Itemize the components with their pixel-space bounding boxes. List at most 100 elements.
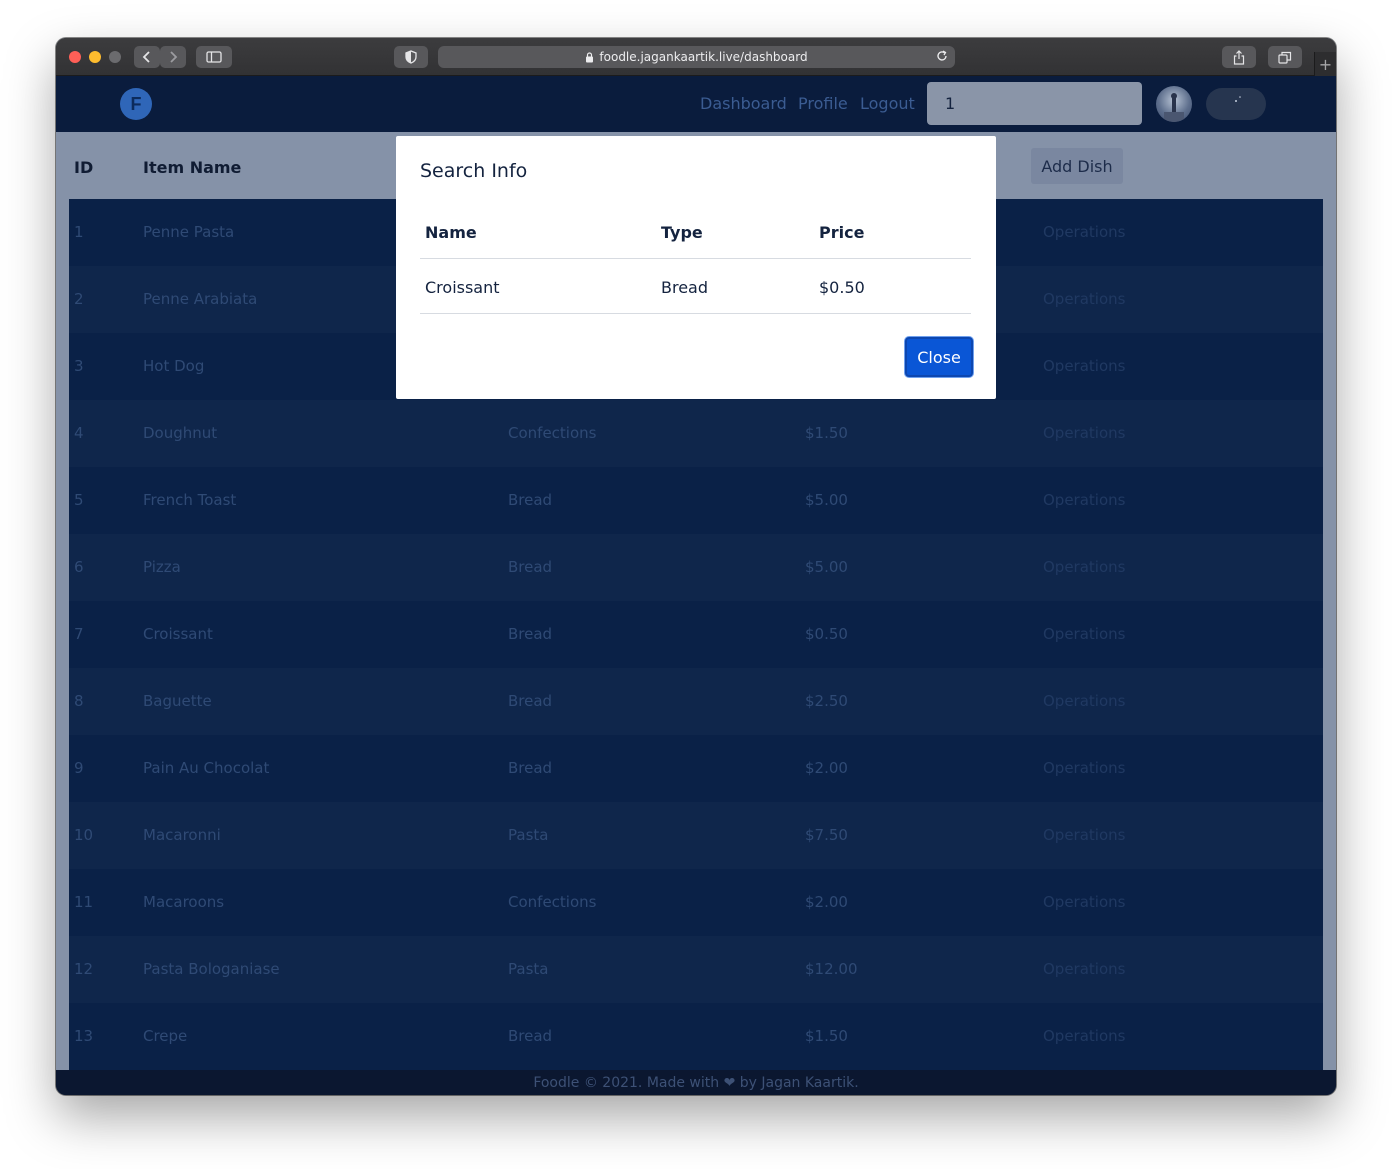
row-name: Macaroons bbox=[143, 893, 225, 911]
row-operations[interactable]: Operations bbox=[1043, 759, 1125, 777]
row-id: 6 bbox=[74, 558, 84, 576]
lock-icon bbox=[585, 51, 594, 63]
row-operations[interactable]: Operations bbox=[1043, 491, 1125, 509]
share-icon bbox=[1233, 49, 1245, 65]
modal-title: Search Info bbox=[420, 160, 528, 182]
table-row: 8 Baguette Bread $2.50 Operations bbox=[69, 668, 1323, 735]
modal-cell-type: Bread bbox=[661, 278, 709, 297]
add-dish-button[interactable]: Add Dish bbox=[1031, 148, 1123, 184]
reload-icon[interactable] bbox=[935, 49, 949, 66]
modal-cell-price: $0.50 bbox=[819, 278, 865, 297]
tabs-icon bbox=[1278, 51, 1292, 64]
row-id: 7 bbox=[74, 625, 84, 643]
page-footer: Foodle © 2021. Made with ❤ by Jagan Kaar… bbox=[56, 1070, 1336, 1095]
row-name: Penne Arabiata bbox=[143, 290, 258, 308]
row-type: Confections bbox=[508, 893, 597, 911]
row-id: 2 bbox=[74, 290, 84, 308]
forward-button[interactable] bbox=[160, 46, 186, 68]
table-row: 10 Macaronni Pasta $7.50 Operations bbox=[69, 802, 1323, 869]
back-button[interactable] bbox=[134, 46, 160, 68]
url-text: foodle.jagankaartik.live/dashboard bbox=[599, 50, 808, 64]
row-name: Hot Dog bbox=[143, 357, 205, 375]
row-id: 8 bbox=[74, 692, 84, 710]
nav-link-logout[interactable]: Logout bbox=[860, 94, 915, 113]
chevron-right-icon bbox=[170, 51, 178, 63]
avatar[interactable] bbox=[1156, 86, 1192, 122]
row-operations[interactable]: Operations bbox=[1043, 826, 1125, 844]
row-id: 12 bbox=[74, 960, 94, 978]
minimize-window-icon[interactable] bbox=[89, 51, 101, 63]
row-price: $5.00 bbox=[805, 491, 848, 509]
share-button[interactable] bbox=[1222, 46, 1256, 68]
row-id: 9 bbox=[74, 759, 84, 777]
row-id: 5 bbox=[74, 491, 84, 509]
search-info-modal: Search Info Name Type Price Croissant Br… bbox=[396, 136, 996, 399]
privacy-button[interactable] bbox=[394, 46, 428, 68]
row-id: 3 bbox=[74, 357, 84, 375]
row-operations[interactable]: Operations bbox=[1043, 625, 1125, 643]
row-price: $12.00 bbox=[805, 960, 858, 978]
foodle-logo[interactable]: F bbox=[120, 88, 152, 120]
nav-link-profile[interactable]: Profile bbox=[798, 94, 848, 113]
nav-link-dashboard[interactable]: Dashboard bbox=[700, 94, 787, 113]
table-row: 7 Croissant Bread $0.50 Operations bbox=[69, 601, 1323, 668]
row-name: Penne Pasta bbox=[143, 223, 235, 241]
sidebar-icon bbox=[206, 51, 222, 63]
row-price: $2.50 bbox=[805, 692, 848, 710]
app-navbar: F Dashboard Profile Logout 1 bbox=[56, 76, 1336, 132]
row-type: Bread bbox=[508, 692, 553, 710]
row-type: Bread bbox=[508, 491, 553, 509]
row-name: Doughnut bbox=[143, 424, 218, 442]
modal-column-price: Price bbox=[819, 223, 865, 242]
close-button[interactable]: Close bbox=[905, 337, 973, 377]
row-operations[interactable]: Operations bbox=[1043, 357, 1125, 375]
modal-column-type: Type bbox=[661, 223, 703, 242]
row-id: 11 bbox=[74, 893, 94, 911]
row-operations[interactable]: Operations bbox=[1043, 960, 1125, 978]
shield-icon bbox=[405, 50, 417, 64]
row-type: Bread bbox=[508, 1027, 553, 1045]
theme-toggle[interactable] bbox=[1206, 88, 1266, 120]
row-name: French Toast bbox=[143, 491, 237, 509]
row-type: Bread bbox=[508, 625, 553, 643]
moon-icon bbox=[1235, 96, 1251, 112]
zoom-window-icon[interactable] bbox=[109, 51, 121, 63]
table-row: 9 Pain Au Chocolat Bread $2.00 Operation… bbox=[69, 735, 1323, 802]
table-row: 13 Crepe Bread $1.50 Operations bbox=[69, 1003, 1323, 1070]
row-price: $0.50 bbox=[805, 625, 848, 643]
row-id: 10 bbox=[74, 826, 94, 844]
table-row: 6 Pizza Bread $5.00 Operations bbox=[69, 534, 1323, 601]
row-name: Croissant bbox=[143, 625, 213, 643]
row-operations[interactable]: Operations bbox=[1043, 692, 1125, 710]
row-operations[interactable]: Operations bbox=[1043, 424, 1125, 442]
tabs-overview-button[interactable] bbox=[1268, 46, 1302, 68]
row-operations[interactable]: Operations bbox=[1043, 558, 1125, 576]
table-row: 5 French Toast Bread $5.00 Operations bbox=[69, 467, 1323, 534]
row-operations[interactable]: Operations bbox=[1043, 223, 1125, 241]
chevron-left-icon bbox=[142, 51, 150, 63]
modal-cell-name: Croissant bbox=[425, 278, 500, 297]
column-header-item-name: Item Name bbox=[143, 158, 242, 177]
row-name: Baguette bbox=[143, 692, 212, 710]
row-price: $5.00 bbox=[805, 558, 848, 576]
row-price: $2.00 bbox=[805, 893, 848, 911]
search-input[interactable]: 1 bbox=[927, 82, 1142, 125]
modal-header-divider bbox=[420, 258, 971, 259]
browser-toolbar: foodle.jagankaartik.live/dashboard + bbox=[56, 38, 1336, 76]
row-operations[interactable]: Operations bbox=[1043, 1027, 1125, 1045]
close-window-icon[interactable] bbox=[69, 51, 81, 63]
row-price: $2.00 bbox=[805, 759, 848, 777]
row-operations[interactable]: Operations bbox=[1043, 290, 1125, 308]
address-bar[interactable]: foodle.jagankaartik.live/dashboard bbox=[438, 46, 955, 68]
row-price: $7.50 bbox=[805, 826, 848, 844]
row-type: Bread bbox=[508, 558, 553, 576]
table-row: 4 Doughnut Confections $1.50 Operations bbox=[69, 400, 1323, 467]
row-name: Pain Au Chocolat bbox=[143, 759, 270, 777]
sidebar-button[interactable] bbox=[196, 46, 232, 68]
table-row: 11 Macaroons Confections $2.00 Operation… bbox=[69, 869, 1323, 936]
row-type: Bread bbox=[508, 759, 553, 777]
row-name: Pizza bbox=[143, 558, 181, 576]
new-tab-icon[interactable]: + bbox=[1314, 52, 1336, 76]
table-row: 12 Pasta Bologaniase Pasta $12.00 Operat… bbox=[69, 936, 1323, 1003]
row-operations[interactable]: Operations bbox=[1043, 893, 1125, 911]
